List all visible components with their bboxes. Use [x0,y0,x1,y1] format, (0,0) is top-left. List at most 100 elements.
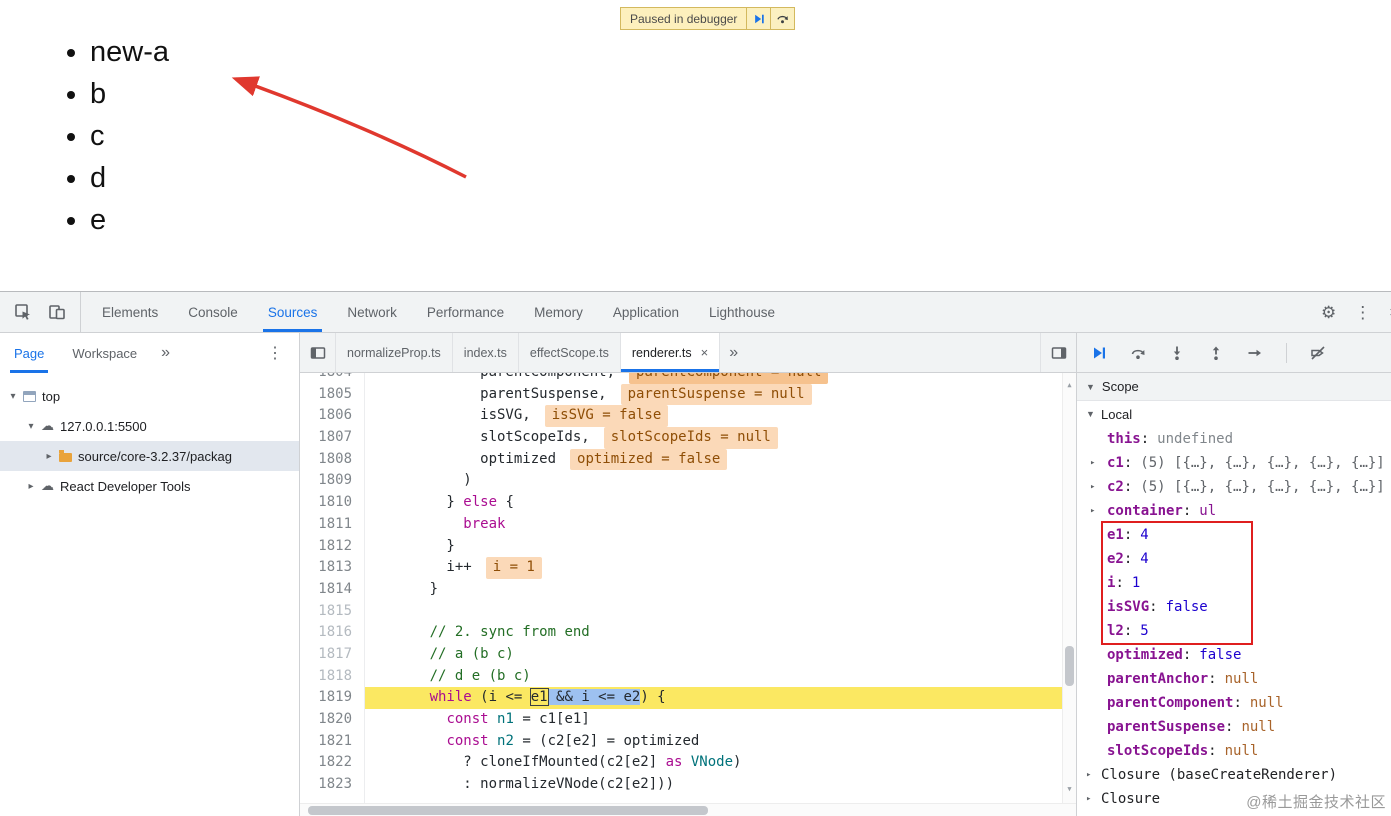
caret-down-icon[interactable]: ▾ [6,391,20,402]
caret-right-icon[interactable]: ▸ [1086,770,1091,780]
step-over-button[interactable] [1130,345,1146,361]
code-editor[interactable]: 1804180518061807180818091810181118121813… [300,373,1076,803]
editor-tab-renderer-ts[interactable]: renderer.ts × [620,333,721,372]
nav-tab-page[interactable]: Page [0,333,58,373]
code-line[interactable]: ) [365,470,1076,492]
code-line[interactable]: ? cloneIfMounted(c2[e2] as VNode) [365,752,1076,774]
line-number[interactable]: 1809 [300,470,364,492]
horizontal-scrollbar[interactable] [300,803,1076,816]
tab-network[interactable]: Network [332,292,412,332]
scope-var-c1[interactable]: ▸ c1: (5) [{…}, {…}, {…}, {…}, {…}] [1077,451,1391,475]
code-line[interactable]: } else { [365,492,1076,514]
code-line[interactable]: optimized optimized = false [365,448,1076,471]
toggle-debugger-sidebar-icon[interactable] [1040,333,1076,372]
code-line[interactable] [365,601,1076,623]
code-line[interactable]: } [365,579,1076,601]
line-number[interactable]: 1813 [300,557,364,579]
caret-right-icon[interactable]: ▸ [1086,794,1091,804]
step-over-banner-button[interactable] [771,7,796,30]
tree-item-react-developer-tools[interactable]: ▸ ☁ React Developer Tools [0,471,299,501]
code-line[interactable]: // 2. sync from end [365,622,1076,644]
tree-item-top[interactable]: ▾ top [0,381,299,411]
execution-line[interactable]: while (i <= e1 && i <= e2) { [365,687,1076,709]
editor-pane: normalizeProp.ts index.ts effectScope.ts re… [300,333,1076,816]
nav-tab-workspace[interactable]: Workspace [58,333,151,373]
close-tab-icon[interactable]: × [701,345,709,360]
caret-right-icon[interactable]: ▸ [1090,506,1095,516]
code-line[interactable]: parentComponent, parentComponent = null [365,373,1076,384]
scope-closure-closure-basecreaterenderer[interactable]: ▸ Closure (baseCreateRenderer) [1077,763,1391,787]
resume-button[interactable] [1091,345,1107,361]
tab-memory[interactable]: Memory [519,292,598,332]
line-number[interactable]: 1807 [300,427,364,449]
code-line[interactable]: isSVG, isSVG = false [365,405,1076,428]
line-number[interactable]: 1817 [300,644,364,666]
step-into-button[interactable] [1169,345,1185,361]
line-number[interactable]: 1815 [300,601,364,623]
code-line[interactable]: i++ i = 1 [365,557,1076,579]
editor-tab-effectscope-ts[interactable]: effectScope.ts [519,333,621,372]
tab-lighthouse[interactable]: Lighthouse [694,292,790,332]
tab-console[interactable]: Console [173,292,253,332]
line-number[interactable]: 1806 [300,405,364,427]
caret-right-icon[interactable]: ▸ [1090,458,1095,468]
vertical-scrollbar[interactable]: ▲ ▼ [1062,373,1076,803]
line-number[interactable]: 1819 [300,687,364,709]
more-options-kebab-icon[interactable]: ⋮ [1354,304,1371,321]
line-number[interactable]: 1805 [300,384,364,406]
caret-right-icon[interactable]: ▸ [24,481,38,492]
scroll-down-arrow-icon[interactable]: ▼ [1063,779,1076,801]
settings-gear-icon[interactable]: ⚙ [1321,304,1336,321]
editor-tab-index-ts[interactable]: index.ts [453,333,519,372]
code-line[interactable]: } [365,536,1076,558]
tree-item-127-0-0-1-5500[interactable]: ▾ ☁ 127.0.0.1:5500 [0,411,299,441]
line-number[interactable]: 1814 [300,579,364,601]
horizontal-scrollbar-thumb[interactable] [308,806,708,815]
navigator-kebab-icon[interactable]: ⋮ [251,343,299,363]
scope-var-c2[interactable]: ▸ c2: (5) [{…}, {…}, {…}, {…}, {…}] [1077,475,1391,499]
caret-right-icon[interactable]: ▸ [1090,482,1095,492]
line-number[interactable]: 1811 [300,514,364,536]
editor-tab-normalizeprop-ts[interactable]: normalizeProp.ts [336,333,453,372]
code-line[interactable]: // d e (b c) [365,666,1076,688]
scope-var-container[interactable]: ▸ container: ul [1077,499,1391,523]
line-number[interactable]: 1804 [300,373,364,384]
line-number[interactable]: 1823 [300,774,364,796]
code-line[interactable]: parentSuspense, parentSuspense = null [365,383,1076,406]
caret-right-icon[interactable]: ▸ [42,451,56,462]
tab-elements[interactable]: Elements [87,292,173,332]
tab-performance[interactable]: Performance [412,292,519,332]
code-line[interactable]: const n2 = (c2[e2] = optimized [365,731,1076,753]
more-tabs-chevron-icon[interactable]: » [151,344,180,362]
deactivate-breakpoints-button[interactable] [1310,345,1326,361]
editor-more-tabs-chevron-icon[interactable]: » [720,333,747,372]
code-column[interactable]: parentComponent, parentComponent = null p… [364,373,1076,803]
line-number[interactable]: 1808 [300,449,364,471]
step-button[interactable] [1247,345,1263,361]
device-toolbar-icon[interactable] [48,303,66,321]
line-number[interactable]: 1810 [300,492,364,514]
line-number[interactable]: 1820 [300,709,364,731]
code-line[interactable]: slotScopeIds, slotScopeIds = null [365,427,1076,449]
code-line[interactable]: : normalizeVNode(c2[e2])) [365,774,1076,796]
step-out-button[interactable] [1208,345,1224,361]
line-number[interactable]: 1821 [300,731,364,753]
code-line[interactable]: break [365,514,1076,536]
scroll-up-arrow-icon[interactable]: ▲ [1063,375,1076,397]
toggle-navigator-icon[interactable] [300,333,336,372]
code-line[interactable]: // a (b c) [365,644,1076,666]
line-number[interactable]: 1812 [300,536,364,558]
caret-down-icon[interactable]: ▾ [24,421,38,432]
tree-item-source-core-3-2-37-packag[interactable]: ▸ source/core-3.2.37/packag [0,441,299,471]
line-number[interactable]: 1822 [300,752,364,774]
vertical-scrollbar-thumb[interactable] [1065,646,1074,686]
line-number[interactable]: 1818 [300,666,364,688]
scope-local-section[interactable]: ▼ Local [1077,401,1391,427]
resume-script-button[interactable] [747,7,772,30]
tab-application[interactable]: Application [598,292,694,332]
line-number[interactable]: 1816 [300,622,364,644]
scope-section-header[interactable]: ▼ Scope [1077,373,1391,401]
inspect-element-icon[interactable] [14,303,32,321]
tab-sources[interactable]: Sources [253,292,333,332]
code-line[interactable]: const n1 = c1[e1] [365,709,1076,731]
